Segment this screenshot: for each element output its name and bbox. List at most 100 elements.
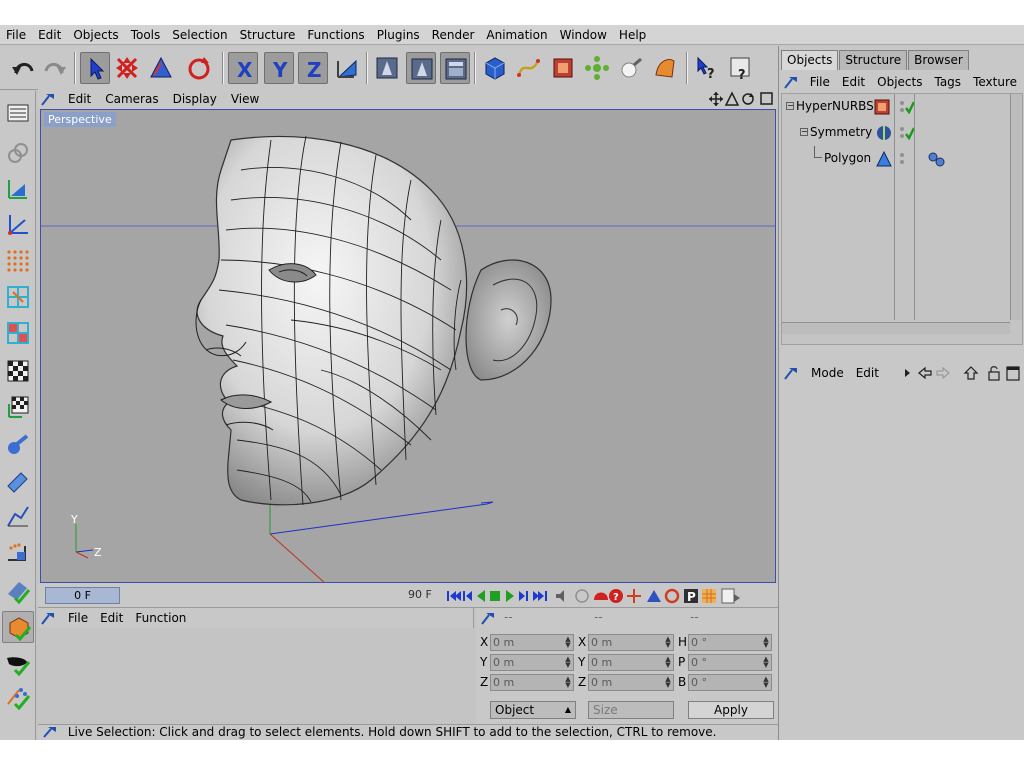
- menu-file[interactable]: File: [0, 25, 32, 45]
- undo-button[interactable]: [8, 52, 38, 84]
- texture-axis-checker-button[interactable]: [2, 391, 34, 423]
- attribute-menu-edit[interactable]: Edit: [850, 366, 885, 380]
- coordinate-mode-select[interactable]: Object ▲: [490, 701, 576, 719]
- timeline-menu-file[interactable]: File: [62, 611, 94, 625]
- x-axis-lock-button[interactable]: X: [228, 52, 258, 84]
- tab-browser[interactable]: Browser: [908, 50, 969, 70]
- timeline-bar[interactable]: 0 F 90 F ? P: [38, 583, 778, 608]
- use-edges-tool-button[interactable]: [2, 281, 34, 313]
- sculpt-mode-button[interactable]: [2, 681, 34, 713]
- menu-objects[interactable]: Objects: [67, 25, 124, 45]
- magnet-tool-button[interactable]: [2, 501, 34, 533]
- object-row-symmetry[interactable]: − Symmetry: [782, 120, 1022, 146]
- menu-tools[interactable]: Tools: [125, 25, 167, 45]
- menu-edit[interactable]: Edit: [32, 25, 67, 45]
- visibility-dots[interactable]: [898, 125, 916, 141]
- spinner-icon[interactable]: ▲ ▼: [762, 636, 770, 649]
- menu-help[interactable]: Help: [613, 25, 652, 45]
- render-mode-button[interactable]: [2, 611, 34, 643]
- menu-render[interactable]: Render: [426, 25, 481, 45]
- spinner-icon[interactable]: ▲ ▼: [762, 676, 770, 689]
- redo-button[interactable]: [40, 52, 70, 84]
- use-polygons-tool-button[interactable]: [2, 317, 34, 349]
- spline-object-button[interactable]: [514, 52, 544, 84]
- visibility-dots[interactable]: [898, 99, 916, 115]
- spinner-icon[interactable]: ▲ ▼: [564, 656, 572, 669]
- current-frame-field[interactable]: 0 F: [45, 587, 120, 604]
- menu-functions[interactable]: Functions: [301, 25, 370, 45]
- spinner-icon[interactable]: ▲ ▼: [762, 656, 770, 669]
- spinner-icon[interactable]: ▲ ▼: [664, 656, 672, 669]
- spinner-icon[interactable]: ▲ ▼: [564, 636, 572, 649]
- size-x-field[interactable]: 0 m ▲ ▼: [588, 634, 674, 651]
- position-x-field[interactable]: 0 m ▲ ▼: [490, 634, 574, 651]
- size-mode-select[interactable]: Size: [588, 701, 674, 719]
- size-z-field[interactable]: 0 m ▲ ▼: [588, 674, 674, 691]
- tweak-mode-button[interactable]: [2, 429, 34, 461]
- viewport-menu-edit[interactable]: Edit: [62, 92, 99, 106]
- viewport-menu-cameras[interactable]: Cameras: [99, 92, 166, 106]
- render-picture-viewer-button[interactable]: [440, 52, 470, 84]
- render-view-button[interactable]: [372, 52, 402, 84]
- use-texture-tool-button[interactable]: [2, 173, 34, 205]
- object-row-polygon[interactable]: Polygon: [782, 146, 1022, 172]
- perspective-viewport[interactable]: Y Z Perspective: [40, 109, 776, 583]
- cube-object-button[interactable]: [480, 52, 510, 84]
- position-z-field[interactable]: 0 m ▲ ▼: [490, 674, 574, 691]
- apply-button[interactable]: Apply: [688, 701, 774, 719]
- menu-animation[interactable]: Animation: [480, 25, 553, 45]
- viewport-menu-view[interactable]: View: [225, 92, 267, 106]
- rotation-h-field[interactable]: 0 ° ▲ ▼: [688, 634, 772, 651]
- use-object-tool-button[interactable]: [2, 137, 34, 169]
- tree-horizontal-scrollbar[interactable]: [782, 322, 1010, 334]
- timeline-pin-icon[interactable]: [40, 610, 62, 626]
- tab-objects[interactable]: Objects: [781, 50, 839, 70]
- array-object-button[interactable]: [582, 52, 612, 84]
- object-menu-texture[interactable]: Texture: [967, 75, 1023, 89]
- object-manager-pin-icon[interactable]: [783, 74, 804, 90]
- position-y-field[interactable]: 0 m ▲ ▼: [490, 654, 574, 671]
- menu-window[interactable]: Window: [554, 25, 613, 45]
- context-help-button[interactable]: ?: [692, 52, 722, 84]
- attribute-menu-mode[interactable]: Mode: [805, 366, 850, 380]
- use-axis-tool-button[interactable]: [2, 209, 34, 241]
- collapse-toggle[interactable]: −: [800, 128, 808, 136]
- menu-structure[interactable]: Structure: [234, 25, 302, 45]
- deformer-object-button[interactable]: [650, 52, 680, 84]
- z-axis-lock-button[interactable]: Z: [298, 52, 328, 84]
- nurbs-object-button[interactable]: [548, 52, 578, 84]
- menu-plugins[interactable]: Plugins: [371, 25, 426, 45]
- live-selection-mode-button[interactable]: [2, 575, 34, 607]
- spinner-icon[interactable]: ▲ ▼: [564, 676, 572, 689]
- use-model-tool-button[interactable]: [2, 97, 34, 129]
- timeline-menu-function[interactable]: Function: [129, 611, 192, 625]
- object-menu-objects[interactable]: Objects: [871, 75, 928, 89]
- collapse-toggle[interactable]: −: [786, 102, 794, 110]
- live-selection-button[interactable]: [80, 52, 110, 84]
- animation-tool-button[interactable]: [2, 537, 34, 569]
- viewport-menu-display[interactable]: Display: [167, 92, 225, 106]
- object-menu-edit[interactable]: Edit: [836, 75, 871, 89]
- tab-structure[interactable]: Structure: [839, 50, 908, 70]
- move-tool-button[interactable]: [112, 52, 142, 84]
- viewport-pin-icon[interactable]: [40, 91, 62, 107]
- rotation-b-field[interactable]: 0 ° ▲ ▼: [688, 674, 772, 691]
- light-object-button[interactable]: [616, 52, 646, 84]
- scale-tool-button[interactable]: [146, 52, 176, 84]
- rotation-p-field[interactable]: 0 ° ▲ ▼: [688, 654, 772, 671]
- object-menu-file[interactable]: File: [804, 75, 836, 89]
- knife-tool-button[interactable]: [2, 465, 34, 497]
- visibility-dots[interactable]: [898, 151, 914, 167]
- y-axis-lock-button[interactable]: Y: [264, 52, 294, 84]
- timeline-menu-edit[interactable]: Edit: [94, 611, 129, 625]
- attribute-pin-icon[interactable]: [783, 365, 805, 381]
- spinner-icon[interactable]: ▲ ▼: [664, 676, 672, 689]
- size-y-field[interactable]: 0 m ▲ ▼: [588, 654, 674, 671]
- use-points-tool-button[interactable]: [2, 245, 34, 277]
- spinner-icon[interactable]: ▲ ▼: [664, 636, 672, 649]
- coordinates-pin-icon[interactable]: [480, 610, 498, 626]
- timeline-area[interactable]: [38, 628, 474, 724]
- shading-mode-button[interactable]: [2, 647, 34, 679]
- rotate-tool-button[interactable]: [184, 52, 214, 84]
- coordinate-system-button[interactable]: [332, 52, 362, 84]
